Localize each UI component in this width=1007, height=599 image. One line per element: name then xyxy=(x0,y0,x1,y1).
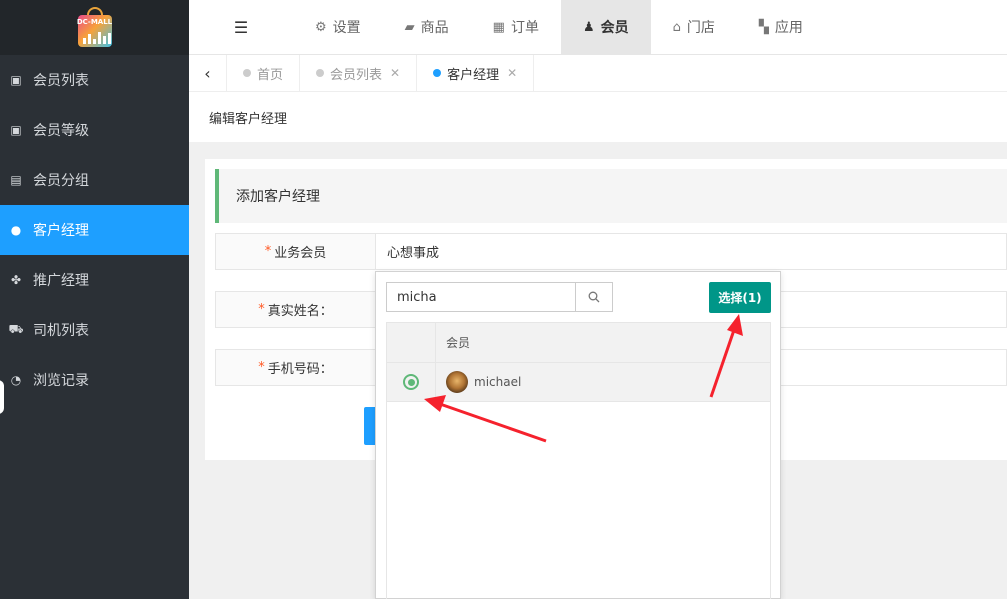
sidebar-scroll-handle[interactable] xyxy=(0,380,4,414)
sidebar-item-label: 会员分组 xyxy=(33,173,89,189)
search-icon xyxy=(588,291,600,303)
field-label: * 业务会员 xyxy=(215,233,376,270)
cogs-icon: ⚙ xyxy=(315,19,327,35)
sidebar-menu: ▣ 会员列表 ▣ 会员等级 ▤ 会员分组 ● 客户经理 ✤ 推广经理 ⛟ 司机列… xyxy=(0,55,189,405)
table-icon: ▦ xyxy=(492,19,505,35)
field-label-text: 手机号码： xyxy=(267,362,333,377)
sidebar-item-promotion-manager[interactable]: ✤ 推广经理 xyxy=(0,255,189,305)
business-member-field[interactable]: 心想事成 xyxy=(375,233,1007,270)
required-mark: * xyxy=(258,302,265,317)
nav-products[interactable]: ▰ 商品 xyxy=(383,0,471,55)
radio-dot xyxy=(407,378,415,386)
member-search-input[interactable] xyxy=(386,282,576,312)
nav-members[interactable]: ♟ 会员 xyxy=(560,0,651,55)
bank-icon: ⌂ xyxy=(672,19,681,35)
sidebar: DC-MALL ▣ 会员列表 ▣ 会员等级 ▤ 会员分组 ● 客户经理 ✤ 推广… xyxy=(0,0,189,599)
header-select-cell xyxy=(387,323,436,362)
users-icon: ✤ xyxy=(10,273,22,287)
sidebar-item-member-group[interactable]: ▤ 会员分组 xyxy=(0,155,189,205)
address-book-icon: ▣ xyxy=(10,123,22,137)
tab-dot xyxy=(316,69,325,77)
table-row[interactable]: michael xyxy=(387,363,770,402)
sidebar-item-label: 司机列表 xyxy=(33,323,89,339)
field-label: * 手机号码： xyxy=(215,349,376,386)
shopping-bag-icon: ▰ xyxy=(404,19,415,35)
tab-bar: ‹ 首页 会员列表 ✕ 客户经理 ✕ xyxy=(189,55,1007,92)
member-name: michael xyxy=(474,375,522,389)
logo-text: DC-MALL xyxy=(76,17,113,26)
tab-home[interactable]: 首页 xyxy=(227,55,301,91)
tab-member-list[interactable]: 会员列表 ✕ xyxy=(300,55,418,91)
dc-mall-logo[interactable]: DC-MALL xyxy=(76,6,114,49)
top-navigation: ☰ ⚙ 设置 ▰ 商品 ▦ 订单 ♟ 会员 ⌂ 门店 ▚ 应用 xyxy=(189,0,1007,55)
sidebar-item-label: 客户经理 xyxy=(33,223,89,239)
tab-label: 会员列表 xyxy=(330,67,383,83)
row-select-cell[interactable] xyxy=(387,363,436,401)
tab-dot xyxy=(243,69,251,77)
nav-stores[interactable]: ⌂ 门店 xyxy=(651,0,737,55)
sidebar-item-member-level[interactable]: ▣ 会员等级 xyxy=(0,105,189,155)
sidebar-item-member-list[interactable]: ▣ 会员列表 xyxy=(0,55,189,105)
sidebar-item-browse-history[interactable]: ◔ 浏览记录 xyxy=(0,355,189,405)
logo-bars xyxy=(82,31,111,44)
required-mark: * xyxy=(258,360,265,375)
nav-label: 设置 xyxy=(332,20,361,36)
sidebar-item-label: 会员等级 xyxy=(33,123,89,139)
sidebar-item-driver-list[interactable]: ⛟ 司机列表 xyxy=(0,305,189,355)
user-icon: ♟ xyxy=(582,19,595,35)
search-button[interactable] xyxy=(575,282,613,312)
sidebar-item-account-manager[interactable]: ● 客户经理 xyxy=(0,205,189,255)
nav-label: 订单 xyxy=(510,20,539,36)
clock-icon: ◔ xyxy=(10,373,22,387)
member-select-popup: 选择(1) 会员 michael xyxy=(375,271,781,599)
close-icon[interactable]: ✕ xyxy=(390,66,400,80)
field-label: * 真实姓名： xyxy=(215,291,376,328)
avatar xyxy=(446,371,468,393)
member-table: 会员 michael xyxy=(386,322,771,599)
user-circle-icon: ● xyxy=(10,223,22,237)
form-row-business-member: * 业务会员 心想事成 xyxy=(215,233,1007,270)
tab-label: 客户经理 xyxy=(447,67,500,83)
sidebar-item-label: 会员列表 xyxy=(33,73,89,89)
id-card-icon: ▤ xyxy=(10,173,22,187)
sidebar-item-label: 浏览记录 xyxy=(33,373,89,389)
chevron-left-icon[interactable]: ‹ xyxy=(189,55,227,91)
field-label-text: 业务会员 xyxy=(274,246,327,261)
menu-toggle-icon[interactable]: ☰ xyxy=(189,0,293,55)
car-icon: ⛟ xyxy=(8,322,24,336)
column-header-member: 会员 xyxy=(446,336,471,350)
page-title: 编辑客户经理 xyxy=(189,92,1007,142)
nav-label: 会员 xyxy=(600,20,629,36)
nav-label: 应用 xyxy=(774,20,803,36)
radio-selected[interactable] xyxy=(403,374,419,390)
nav-settings[interactable]: ⚙ 设置 xyxy=(293,0,383,55)
tab-dot xyxy=(433,69,442,77)
address-book-icon: ▣ xyxy=(10,73,22,87)
nav-label: 商品 xyxy=(420,20,449,36)
field-label-text: 真实姓名： xyxy=(267,304,333,319)
nav-label: 门店 xyxy=(686,20,715,36)
sidebar-item-label: 推广经理 xyxy=(33,273,89,289)
logo-area: DC-MALL xyxy=(0,0,189,55)
nav-apps[interactable]: ▚ 应用 xyxy=(737,0,825,55)
grid-icon: ▚ xyxy=(758,19,769,35)
select-confirm-button[interactable]: 选择(1) xyxy=(709,282,771,313)
tab-label: 首页 xyxy=(257,67,284,83)
required-mark: * xyxy=(264,244,272,259)
table-header: 会员 xyxy=(387,323,770,363)
close-icon[interactable]: ✕ xyxy=(507,66,517,80)
form-header: 添加客户经理 xyxy=(215,169,1007,223)
member-cell: michael xyxy=(436,363,770,401)
tab-account-manager[interactable]: 客户经理 ✕ xyxy=(417,55,535,91)
nav-orders[interactable]: ▦ 订单 xyxy=(471,0,561,55)
